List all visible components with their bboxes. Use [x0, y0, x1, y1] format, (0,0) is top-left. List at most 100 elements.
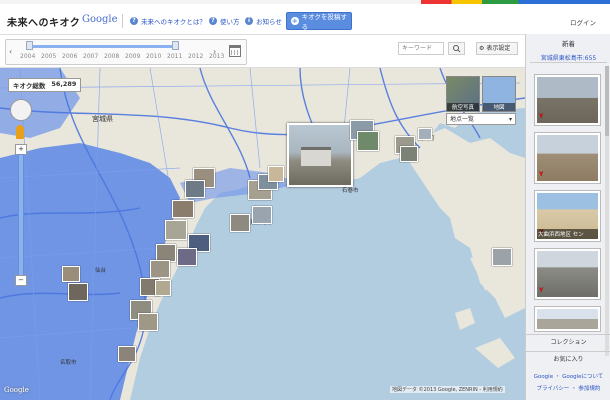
maptype-map-button[interactable]: 地図	[482, 76, 516, 112]
site-logo[interactable]: 未来へのキオク	[7, 14, 80, 29]
sidebar-title: 新着	[562, 40, 575, 48]
year-label: 2006	[62, 53, 78, 60]
favorites-link[interactable]: お気に入り	[526, 351, 610, 368]
photo-marker[interactable]	[150, 260, 170, 278]
year-label: 2004	[20, 53, 36, 60]
year-label: 2011	[167, 53, 183, 60]
timeline-prev-button[interactable]: ‹	[9, 47, 12, 56]
timeline-slider[interactable]: ‹ 2004 2005 2006 2007 2008 2009 2010 201…	[5, 39, 247, 65]
footer-links-1[interactable]: Google ・ Googleについて	[526, 372, 610, 380]
post-button-label: キオクを投稿する	[301, 13, 347, 31]
photo-card[interactable]: Y	[534, 248, 601, 300]
photo-marker[interactable]	[138, 313, 158, 331]
memory-count-box: キオク総数 56,289	[8, 78, 82, 92]
photo-caption: 大曲浜西地区 セン	[537, 229, 598, 239]
photo-thumbnail	[537, 251, 598, 297]
photo-card[interactable]: Y	[534, 74, 601, 126]
year-label: 2005	[41, 53, 57, 60]
photo-marker[interactable]	[68, 283, 88, 301]
keyword-search-input[interactable]	[398, 42, 444, 55]
photo-marker[interactable]	[62, 266, 80, 282]
divider	[530, 62, 607, 63]
display-settings-button[interactable]: ⚙ 表示設定	[476, 42, 518, 55]
timeline-end-handle[interactable]	[172, 41, 179, 50]
right-sidebar: 新着 宮城県東松島市:655 Y Y Y 大曲浜西地区 セン Y コレクション …	[525, 34, 610, 400]
nav-about-link[interactable]: ? 未来へのキオクとは？	[130, 16, 206, 26]
info-icon: i	[245, 17, 253, 25]
photo-marker[interactable]	[400, 146, 418, 162]
photo-marker-featured[interactable]	[287, 123, 353, 187]
street-view-pegman-icon[interactable]	[16, 125, 24, 139]
google-logo: Google	[82, 14, 118, 25]
photo-marker[interactable]	[118, 346, 136, 362]
timeline-start-handle[interactable]	[26, 41, 33, 50]
sidebar-scrollbar[interactable]	[605, 66, 609, 356]
divider	[122, 14, 123, 28]
nav-news-link[interactable]: i お知らせ	[245, 16, 282, 26]
collection-link[interactable]: コレクション	[526, 334, 610, 351]
plus-icon: +	[291, 17, 299, 25]
year-label: 2007	[83, 53, 99, 60]
timeline-bar: ‹ 2004 2005 2006 2007 2008 2009 2010 201…	[0, 35, 525, 68]
photo-card[interactable]: Y 大曲浜西地区 セン	[534, 190, 601, 242]
photo-marker[interactable]	[185, 180, 205, 198]
photo-marker[interactable]	[492, 248, 512, 266]
pan-control[interactable]	[10, 99, 32, 121]
map-copyright[interactable]: 地図データ ©2013 Google, ZENRIN - 利用規約	[390, 386, 505, 393]
nav-label: 使い方	[220, 18, 240, 26]
photo-marker[interactable]	[155, 280, 171, 296]
count-value: 56,289	[51, 80, 77, 88]
year-label: 2012	[188, 53, 204, 60]
photo-thumbnail	[537, 77, 598, 123]
year-label: 2008	[104, 53, 120, 60]
search-button[interactable]	[448, 42, 465, 55]
gear-icon: ⚙	[479, 44, 485, 52]
search-icon	[453, 45, 461, 53]
zoom-slider[interactable]	[18, 154, 24, 276]
nav-label: 未来へのキオクとは？	[141, 18, 206, 26]
sidebar-subtitle[interactable]: 宮城県東松島市:655	[526, 53, 610, 62]
photo-thumbnail	[537, 135, 598, 181]
badge: Y	[539, 287, 544, 294]
question-icon: ?	[209, 17, 217, 25]
map-label: 宮城県	[92, 115, 113, 123]
login-link[interactable]: ログイン	[570, 17, 596, 27]
year-label: 2009	[125, 53, 141, 60]
zoom-out-button[interactable]: −	[15, 275, 27, 286]
footer-links-2[interactable]: プライバシー ・ 参加規約	[526, 384, 610, 392]
maptype-satellite-button[interactable]: 航空写真	[446, 76, 480, 112]
maptype-map-label: 地図	[483, 103, 515, 111]
header: 未来へのキオク Google ? 未来へのキオクとは？ ? 使い方 i お知らせ…	[0, 4, 610, 35]
post-memory-button[interactable]: + キオクを投稿する	[286, 12, 352, 31]
calendar-icon[interactable]	[229, 45, 241, 57]
count-label: キオク総数	[13, 82, 46, 90]
settings-label: 表示設定	[486, 44, 511, 52]
timeline-track[interactable]	[29, 45, 177, 48]
nav-label: お知らせ	[256, 18, 282, 26]
photo-marker[interactable]	[268, 166, 284, 182]
google-watermark: Google	[4, 386, 29, 394]
timeline-next-button[interactable]: ›	[213, 47, 216, 56]
photo-marker[interactable]	[177, 248, 197, 266]
question-icon: ?	[130, 17, 138, 25]
photo-marker[interactable]	[165, 220, 187, 240]
timeline-years: 2004 2005 2006 2007 2008 2009 2010 2011 …	[20, 53, 230, 60]
photo-marker[interactable]	[172, 200, 194, 218]
location-list-dropdown[interactable]: 地点一覧	[446, 113, 516, 125]
badge: Y	[539, 171, 544, 178]
photo-thumbnail	[537, 309, 598, 329]
photo-marker[interactable]	[230, 214, 250, 232]
photo-marker[interactable]	[252, 206, 272, 224]
map-label: 仙台	[95, 268, 107, 274]
nav-howto-link[interactable]: ? 使い方	[209, 16, 240, 26]
photo-marker[interactable]	[418, 128, 432, 140]
zoom-control[interactable]: + −	[15, 144, 27, 286]
maptype-satellite-label: 航空写真	[447, 103, 479, 111]
app-window: 未来へのキオク Google ? 未来へのキオクとは？ ? 使い方 i お知らせ…	[0, 0, 610, 400]
photo-card[interactable]: Y	[534, 132, 601, 184]
badge: Y	[539, 113, 544, 120]
map-canvas[interactable]: キオク総数 56,289 + − 航空写真 地図 地点一覧 宮城県 石巻市 東松…	[0, 68, 525, 400]
map-label: 名取市	[60, 360, 77, 366]
photo-card[interactable]	[534, 306, 601, 332]
photo-marker[interactable]	[357, 131, 379, 151]
